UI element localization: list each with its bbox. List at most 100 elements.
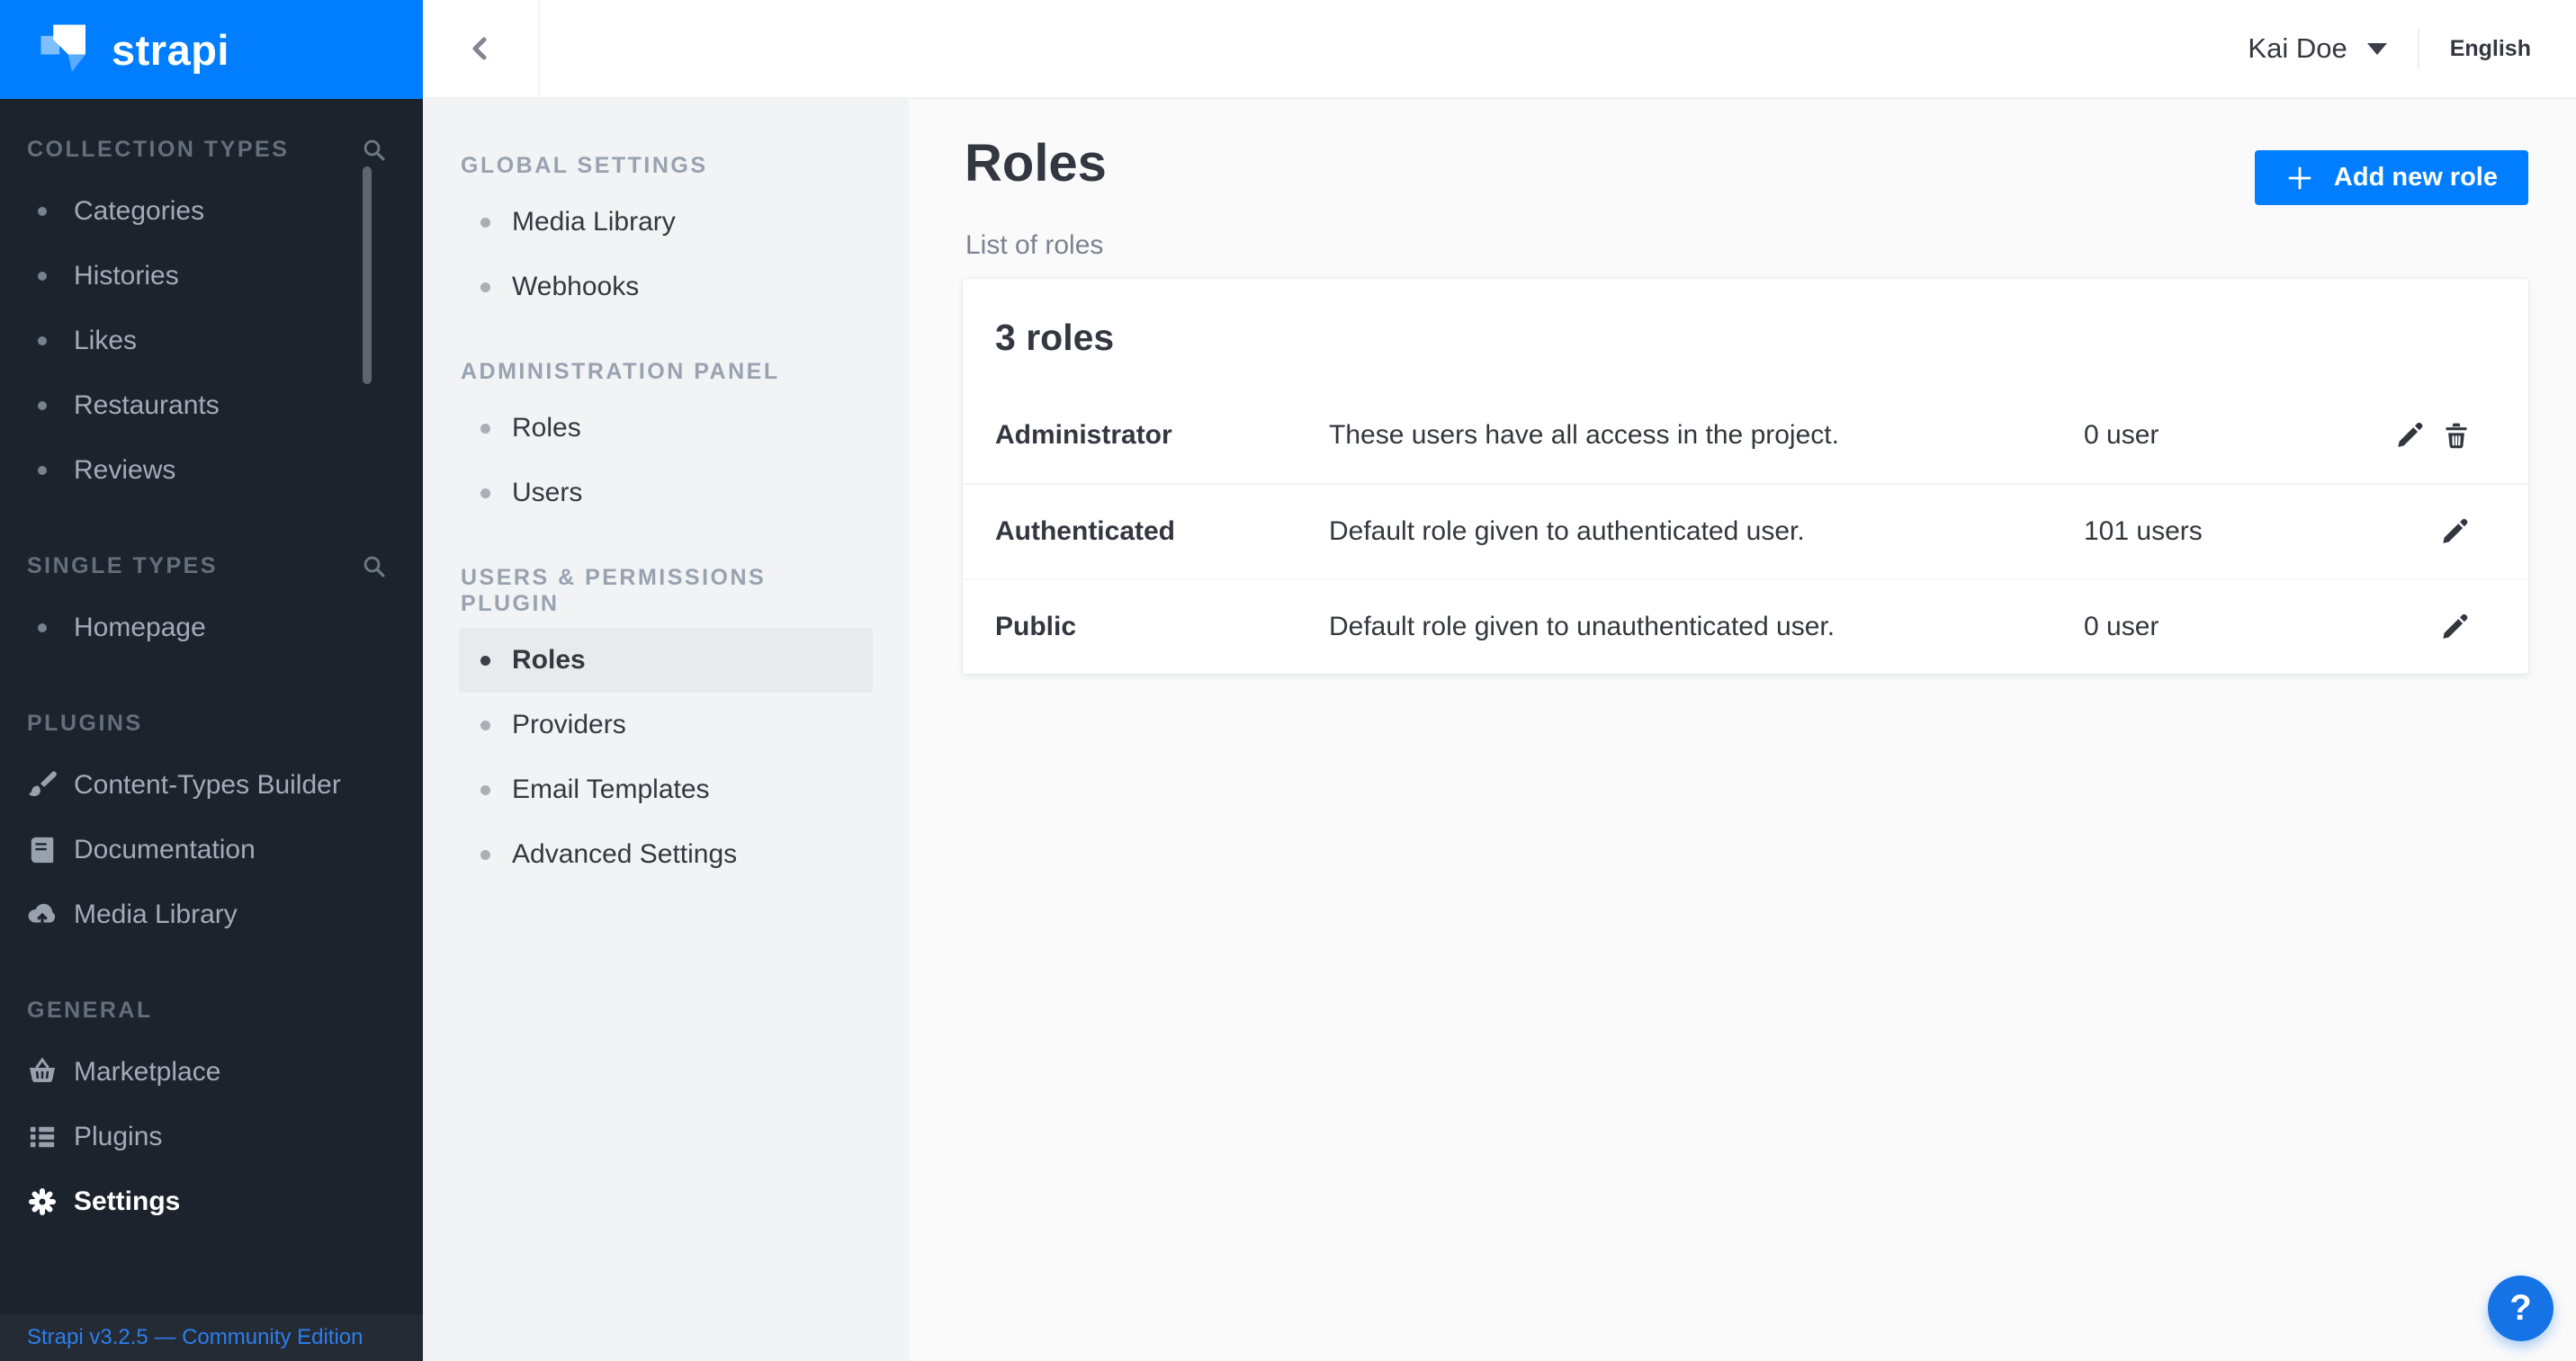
sidebar-item-likes[interactable]: Likes bbox=[0, 309, 423, 373]
sidebar-item-categories[interactable]: Categories bbox=[0, 179, 423, 244]
basket-icon bbox=[25, 1057, 59, 1088]
settings-section-administration-panel: ADMINISTRATION PANELRolesUsers bbox=[423, 359, 909, 525]
role-description: Default role given to unauthenticated us… bbox=[1329, 612, 2084, 642]
sidebar-item-reviews[interactable]: Reviews bbox=[0, 438, 423, 503]
sidebar-section-header: PLUGINS bbox=[0, 711, 423, 737]
sidebar-section-header: GENERAL bbox=[0, 998, 423, 1024]
bullet-icon bbox=[480, 656, 490, 666]
sidebar-item-label: Settings bbox=[74, 1186, 180, 1217]
settings-section-label: USERS & PERMISSIONS PLUGIN bbox=[461, 565, 873, 617]
settings-item-roles[interactable]: Roles bbox=[459, 628, 873, 693]
settings-item-roles[interactable]: Roles bbox=[459, 396, 873, 461]
settings-section-label: GLOBAL SETTINGS bbox=[461, 153, 873, 179]
trash-icon bbox=[2442, 421, 2471, 450]
edit-role-button[interactable] bbox=[2442, 517, 2471, 546]
bullet-icon bbox=[480, 282, 490, 292]
settings-list: Roles Users bbox=[459, 396, 873, 525]
sidebar-item-label: Histories bbox=[74, 261, 179, 291]
sidebar-item-label: Media Library bbox=[74, 900, 238, 930]
language-selector[interactable]: English bbox=[2450, 36, 2531, 62]
sidebar-item-label: Reviews bbox=[74, 455, 175, 486]
page-title: Roles bbox=[965, 133, 1107, 193]
collapse-menu-button[interactable] bbox=[423, 0, 540, 97]
role-user-count: 101 users bbox=[2084, 516, 2372, 547]
edit-role-button[interactable] bbox=[2442, 613, 2471, 641]
role-description: These users have all access in the proje… bbox=[1329, 420, 2084, 451]
pencil-icon bbox=[2442, 517, 2471, 546]
search-icon[interactable] bbox=[362, 138, 387, 163]
sidebar-item-settings[interactable]: Settings bbox=[0, 1169, 423, 1234]
settings-item-email-templates[interactable]: Email Templates bbox=[459, 757, 873, 822]
bullet-icon bbox=[480, 424, 490, 434]
sidebar-section-label: PLUGINS bbox=[27, 711, 143, 737]
sidebar-section-plugins: PLUGINS Content-Types Builder Documentatio… bbox=[0, 711, 423, 947]
settings-section-global-settings: GLOBAL SETTINGS Media Library Webhooks bbox=[423, 153, 909, 319]
settings-item-label: Advanced Settings bbox=[512, 839, 737, 870]
sidebar-item-histories[interactable]: Histories bbox=[0, 244, 423, 309]
role-description: Default role given to authenticated user… bbox=[1329, 516, 2084, 547]
role-row-administrator[interactable]: AdministratorThese users have all access… bbox=[963, 388, 2528, 483]
header-divider bbox=[2418, 28, 2419, 69]
strapi-logo[interactable]: strapi bbox=[0, 0, 423, 99]
settings-item-label: Providers bbox=[512, 710, 626, 740]
sidebar-item-documentation[interactable]: Documentation bbox=[0, 818, 423, 882]
sidebar-item-label: Homepage bbox=[74, 613, 206, 643]
sidebar-item-label: Documentation bbox=[74, 835, 256, 865]
strapi-logo-text: strapi bbox=[112, 25, 229, 75]
role-row-authenticated[interactable]: AuthenticatedDefault role given to authe… bbox=[963, 483, 2528, 578]
sidebar-item-homepage[interactable]: Homepage bbox=[0, 595, 423, 660]
roles-table: AdministratorThese users have all access… bbox=[963, 388, 2528, 674]
delete-role-button[interactable] bbox=[2442, 421, 2471, 450]
settings-item-users[interactable]: Users bbox=[459, 461, 873, 525]
bullet-icon bbox=[25, 272, 59, 281]
help-button[interactable]: ? bbox=[2488, 1276, 2554, 1341]
search-icon[interactable] bbox=[362, 554, 387, 579]
settings-item-label: Webhooks bbox=[512, 272, 639, 302]
roles-count: 3 roles bbox=[963, 279, 2528, 366]
sidebar-item-label: Plugins bbox=[74, 1122, 162, 1152]
bullet-icon bbox=[25, 466, 59, 475]
sidebar-item-plugins[interactable]: Plugins bbox=[0, 1105, 423, 1169]
role-user-count: 0 user bbox=[2084, 612, 2372, 642]
sidebar-item-label: Content-Types Builder bbox=[74, 770, 341, 801]
sidebar-item-media-library[interactable]: Media Library bbox=[0, 882, 423, 947]
plus-icon bbox=[2285, 164, 2314, 193]
sidebar-item-label: Categories bbox=[74, 196, 204, 227]
role-row-public[interactable]: PublicDefault role given to unauthentica… bbox=[963, 578, 2528, 674]
roles-card: 3 roles AdministratorThese users have al… bbox=[963, 279, 2528, 674]
settings-item-label: Roles bbox=[512, 413, 581, 443]
question-mark-icon: ? bbox=[2509, 1288, 2531, 1329]
sidebar-list: Content-Types Builder Documentation Media … bbox=[0, 753, 423, 947]
user-menu[interactable]: Kai Doe bbox=[2248, 32, 2386, 65]
bullet-icon bbox=[25, 401, 59, 410]
role-actions bbox=[2372, 517, 2471, 546]
settings-list: Roles Providers Email Templates Advanced Se… bbox=[459, 628, 873, 887]
settings-item-advanced-settings[interactable]: Advanced Settings bbox=[459, 822, 873, 887]
settings-section-users-permissions-plugin: USERS & PERMISSIONS PLUGIN Roles Providers… bbox=[423, 565, 909, 887]
paintbrush-icon bbox=[25, 770, 59, 801]
sidebar-list: Homepage bbox=[0, 595, 423, 660]
chevron-down-icon bbox=[2367, 43, 2387, 55]
add-new-role-button[interactable]: Add new role bbox=[2255, 150, 2528, 205]
book-icon bbox=[25, 836, 59, 864]
settings-item-media-library[interactable]: Media Library bbox=[459, 190, 873, 255]
main-content: Roles List of roles Add new role 3 roles… bbox=[909, 99, 2576, 1361]
settings-item-webhooks[interactable]: Webhooks bbox=[459, 255, 873, 319]
settings-item-label: Users bbox=[512, 478, 582, 508]
sidebar-item-marketplace[interactable]: Marketplace bbox=[0, 1040, 423, 1105]
sidebar-item-label: Likes bbox=[74, 326, 137, 356]
sidebar-menu: COLLECTION TYPES Categories Histories Likes… bbox=[0, 99, 423, 1314]
sidebar-item-restaurants[interactable]: Restaurants bbox=[0, 373, 423, 438]
sidebar-section-header: COLLECTION TYPES bbox=[0, 137, 423, 163]
edit-role-button[interactable] bbox=[2397, 421, 2426, 450]
sidebar-section-collection-types: COLLECTION TYPES Categories Histories Likes… bbox=[0, 137, 423, 503]
settings-item-label: Roles bbox=[512, 645, 586, 676]
sidebar-item-content-types-builder[interactable]: Content-Types Builder bbox=[0, 753, 423, 818]
role-name: Administrator bbox=[995, 420, 1329, 451]
cloud-upload-icon bbox=[25, 899, 59, 931]
sidebar-scrollbar[interactable] bbox=[363, 166, 372, 384]
sidebar-section-general: GENERAL Marketplace Plugins Settings bbox=[0, 998, 423, 1234]
settings-item-providers[interactable]: Providers bbox=[459, 693, 873, 757]
role-actions bbox=[2372, 421, 2471, 450]
version-link[interactable]: Strapi v3.2.5 — Community Edition bbox=[27, 1325, 364, 1350]
